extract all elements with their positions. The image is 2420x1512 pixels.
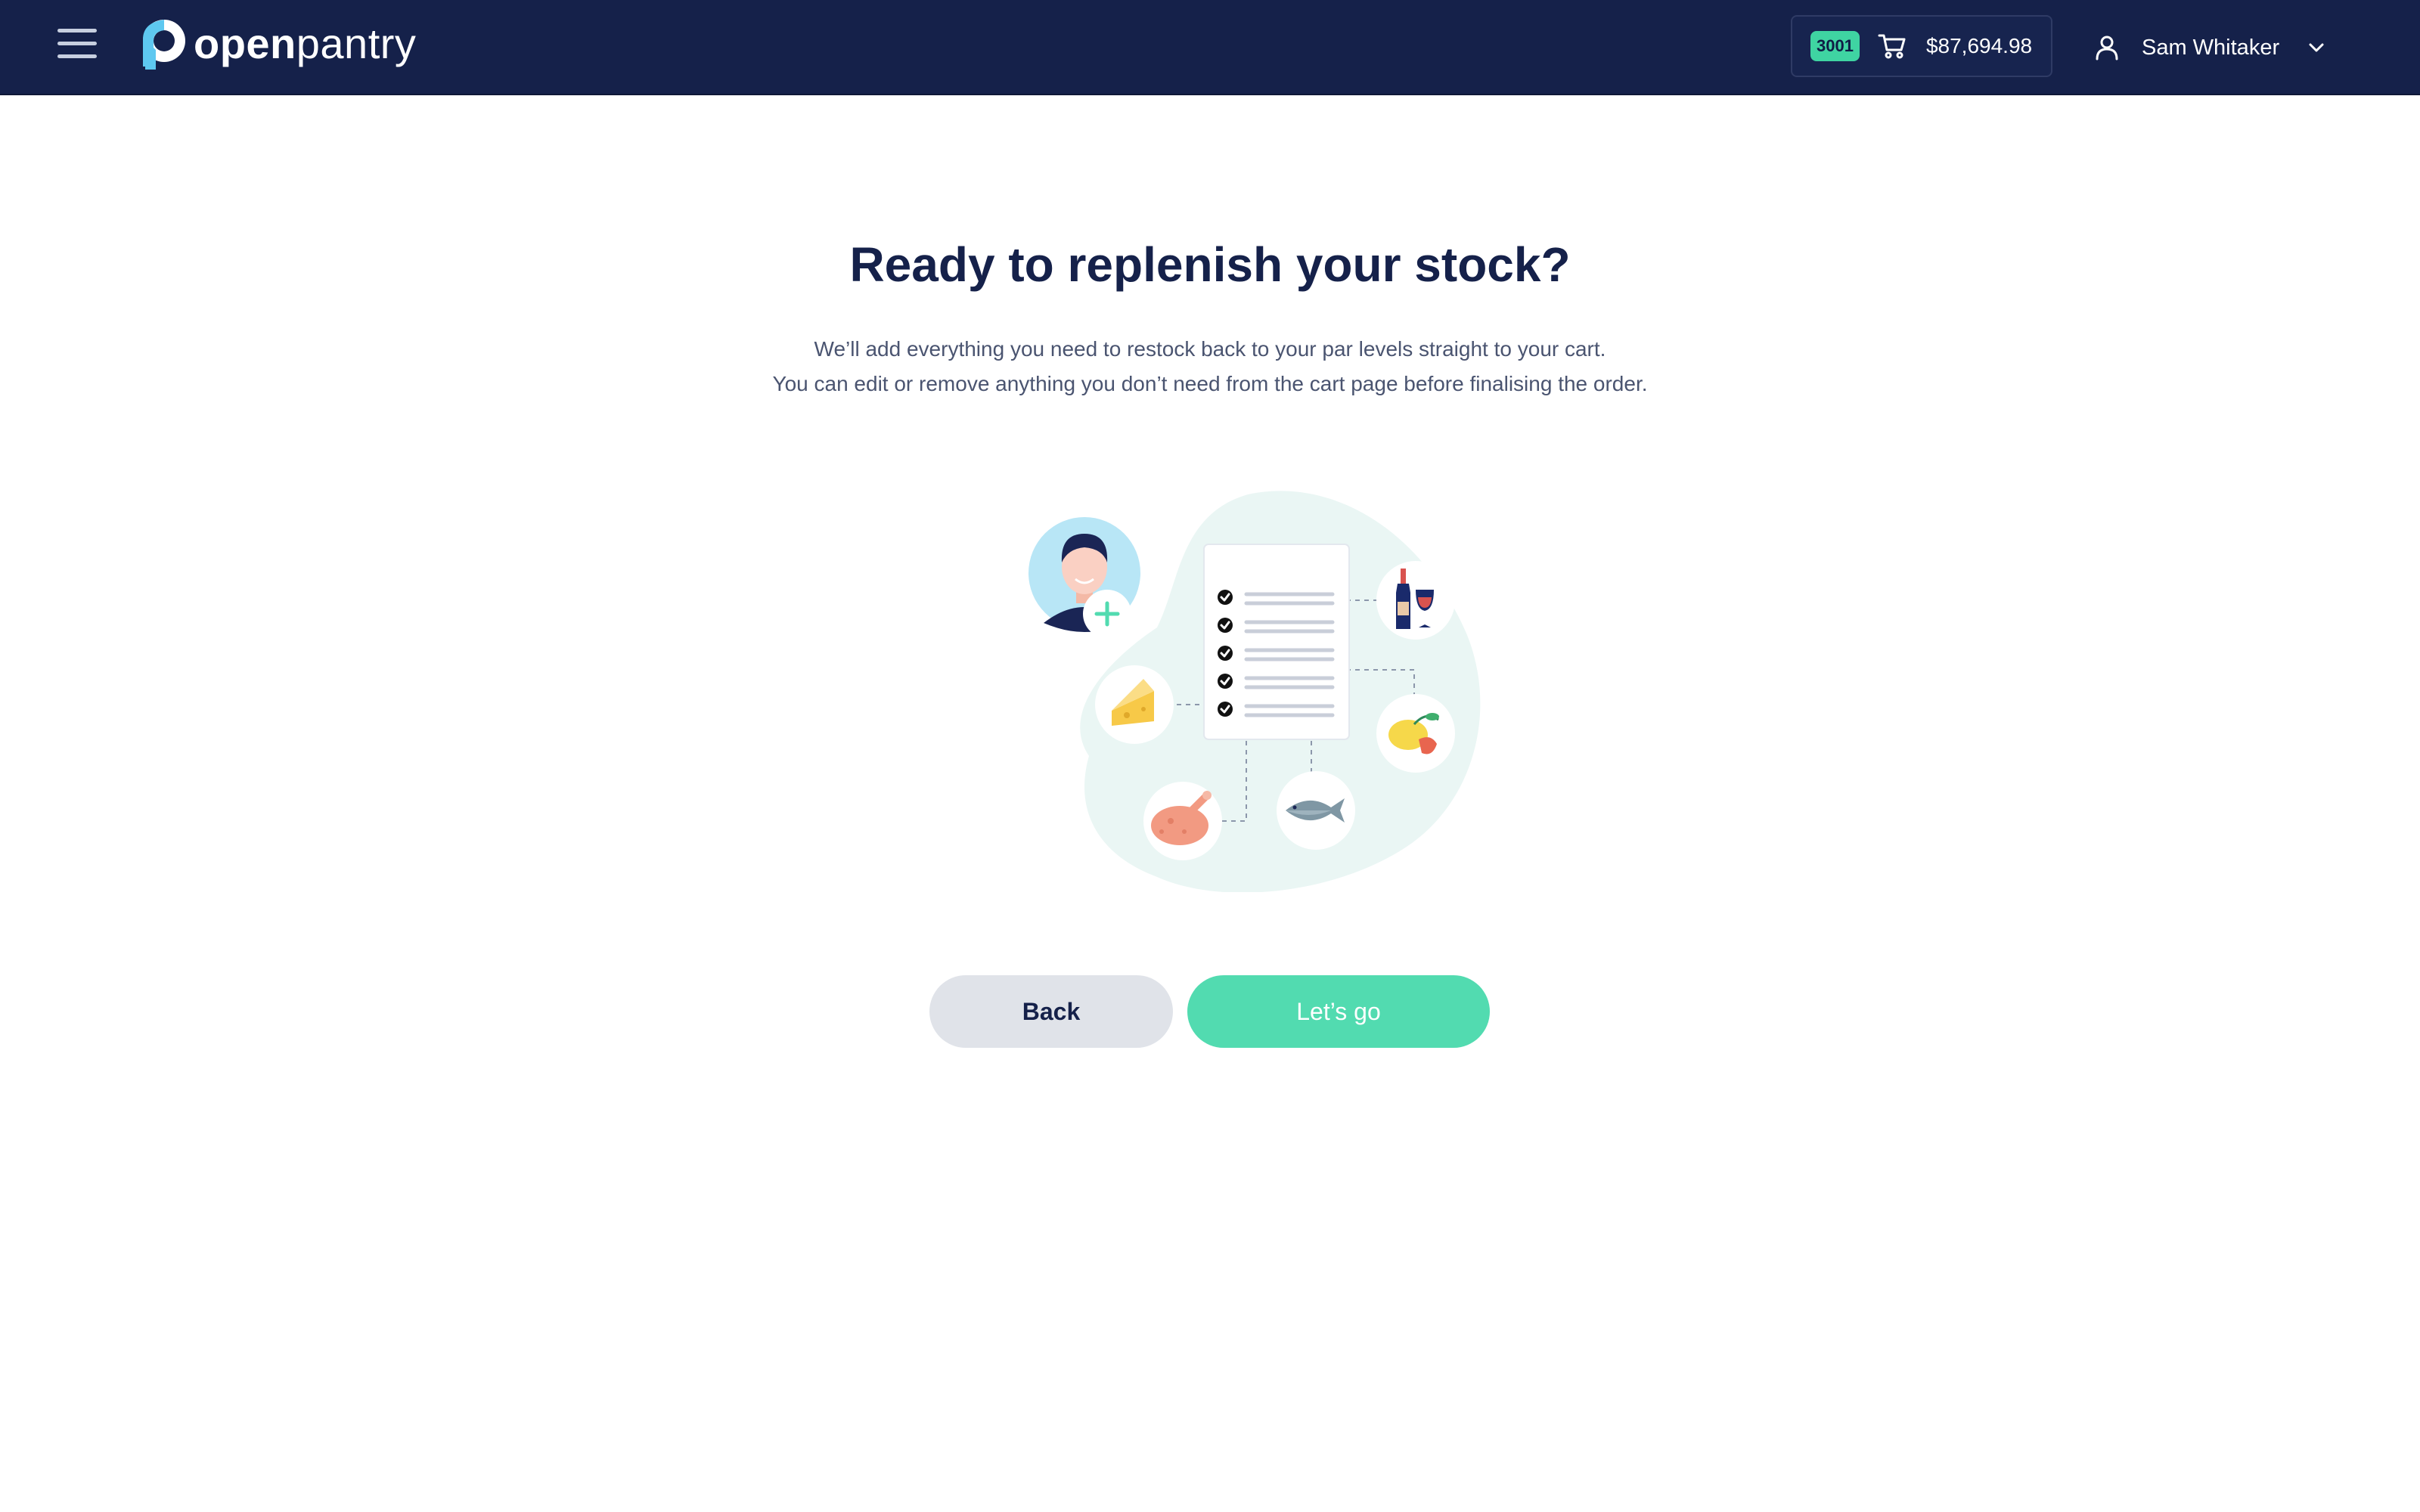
- logo-wordmark: openpantry: [194, 23, 416, 65]
- hamburger-menu-icon[interactable]: [57, 27, 97, 59]
- user-icon: [2096, 36, 2118, 60]
- lets-go-button[interactable]: Let’s go: [1187, 975, 1490, 1048]
- logo-text-open: open: [194, 20, 296, 67]
- chevron-down-icon[interactable]: [2305, 36, 2328, 59]
- cheese-icon: [1095, 665, 1174, 744]
- shopping-cart-icon: [1878, 34, 1906, 59]
- user-account-menu[interactable]: Sam Whitaker: [2093, 24, 2328, 71]
- page-subtitle-line-2: You can edit or remove anything you don’…: [772, 372, 1648, 395]
- restock-illustration: [1028, 491, 1481, 892]
- roast-chicken-icon: [1143, 782, 1222, 860]
- user-name: Sam Whitaker: [2142, 35, 2280, 60]
- cart-item-count-badge: 3001: [1810, 31, 1860, 61]
- page-title: Ready to replenish your stock?: [849, 237, 1571, 292]
- citrus-fruit-icon: [1376, 694, 1455, 773]
- checklist-document-icon: [1203, 544, 1350, 740]
- openpantry-logo[interactable]: openpantry: [136, 17, 416, 71]
- cart-summary-button[interactable]: 3001 $87,694.98: [1791, 15, 2052, 77]
- cart-total-amount: $87,694.98: [1925, 34, 2033, 57]
- page-subtitle-line-1: We’ll add everything you need to restock…: [814, 337, 1606, 361]
- logo-mark-icon: [143, 20, 185, 70]
- logo-text-pantry: pantry: [296, 20, 417, 67]
- person-avatar-icon: [1028, 517, 1140, 638]
- back-button[interactable]: Back: [929, 975, 1173, 1048]
- top-navigation-bar: openpantry 3001 $87,694.98 Sam Whitaker: [0, 0, 2420, 95]
- fish-icon: [1277, 771, 1355, 850]
- wine-icon: [1376, 561, 1455, 640]
